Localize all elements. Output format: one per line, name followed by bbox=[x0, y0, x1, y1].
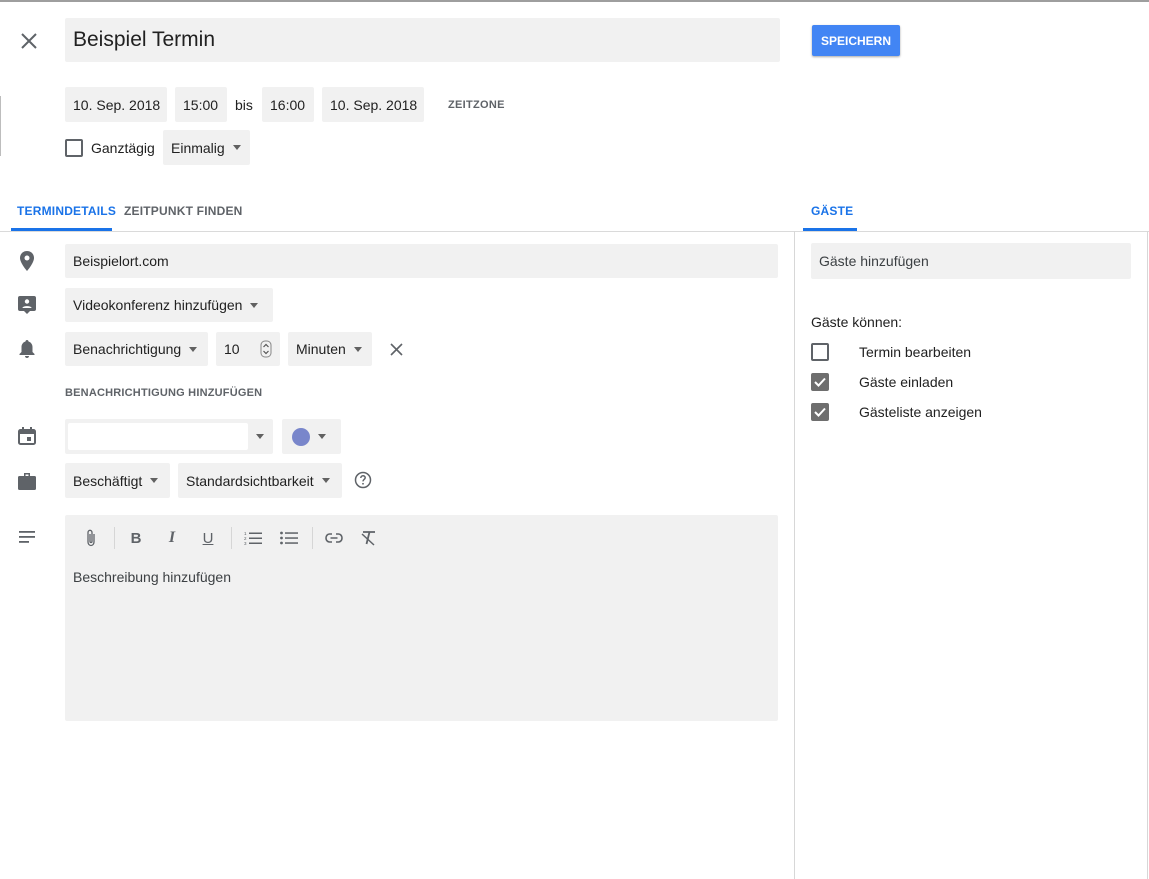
toolbar-separator bbox=[231, 527, 232, 549]
numbered-list-button[interactable]: 123 bbox=[241, 526, 265, 550]
link-icon bbox=[325, 533, 343, 543]
remove-notification-button[interactable] bbox=[386, 339, 406, 359]
end-date-field[interactable]: 10. Sep. 2018 bbox=[322, 87, 424, 122]
description-placeholder: Beschreibung hinzufügen bbox=[73, 569, 232, 585]
clear-formatting-icon bbox=[361, 531, 375, 546]
attachment-icon[interactable] bbox=[79, 526, 103, 550]
calendar-select-box bbox=[68, 423, 248, 450]
location-input[interactable]: Beispielort.com bbox=[65, 244, 778, 278]
all-day-checkbox[interactable] bbox=[65, 139, 83, 157]
chevron-down-icon bbox=[232, 145, 241, 150]
event-color-dropdown[interactable] bbox=[282, 419, 341, 454]
guest-permission-checkbox-see-list[interactable] bbox=[811, 403, 829, 421]
chevron-down-icon bbox=[318, 434, 326, 439]
conference-label: Videokonferenz hinzufügen bbox=[73, 297, 243, 313]
notification-unit-dropdown[interactable]: Minuten bbox=[288, 332, 372, 366]
add-guests-input[interactable]: Gäste hinzufügen bbox=[811, 243, 1131, 279]
chevron-down-icon bbox=[150, 478, 159, 483]
guest-permissions-heading: Gäste können: bbox=[811, 314, 903, 330]
availability-dropdown[interactable]: Beschäftigt bbox=[65, 463, 170, 498]
save-button-label: SPEICHERN bbox=[820, 33, 891, 48]
add-guests-placeholder: Gäste hinzufügen bbox=[819, 253, 929, 269]
guest-permission-label-invite: Gäste einladen bbox=[859, 374, 954, 390]
notification-amount-input[interactable]: 10 bbox=[216, 332, 280, 366]
guest-permission-label-edit: Termin bearbeiten bbox=[859, 344, 972, 360]
notification-amount-value: 10 bbox=[224, 341, 240, 357]
close-button[interactable] bbox=[17, 29, 41, 53]
chevron-down-icon bbox=[256, 434, 264, 439]
close-icon bbox=[21, 33, 37, 49]
save-button[interactable]: SPEICHERN bbox=[812, 25, 900, 56]
repeat-dropdown[interactable]: Einmalig bbox=[163, 130, 250, 165]
toolbar-separator bbox=[312, 527, 313, 549]
underline-button[interactable]: U bbox=[196, 526, 220, 550]
time-separator: bis bbox=[235, 97, 253, 113]
timezone-button[interactable]: ZEITZONE bbox=[448, 99, 505, 111]
bulleted-list-icon bbox=[280, 531, 298, 545]
notification-type-dropdown[interactable]: Benachrichtigung bbox=[65, 332, 208, 366]
availability-value: Beschäftigt bbox=[73, 472, 143, 489]
end-date-text: 10. Sep. 2018 bbox=[330, 96, 418, 113]
chevron-down-icon bbox=[189, 346, 198, 352]
checkmark-icon bbox=[814, 407, 826, 417]
bold-icon: B bbox=[130, 529, 142, 547]
stepper-icon[interactable] bbox=[260, 340, 272, 358]
calendar-icon bbox=[17, 426, 37, 446]
chevron-down-icon bbox=[353, 346, 362, 352]
notification-unit-value: Minuten bbox=[296, 341, 346, 357]
notification-type-value: Benachrichtigung bbox=[73, 341, 182, 357]
event-color-swatch bbox=[292, 427, 310, 446]
link-button[interactable] bbox=[322, 526, 346, 550]
panel-divider bbox=[794, 231, 795, 879]
end-time-field[interactable]: 16:00 bbox=[262, 87, 314, 122]
guest-permission-checkbox-edit[interactable] bbox=[811, 343, 829, 361]
conference-dropdown[interactable]: Videokonferenz hinzufügen bbox=[65, 288, 273, 322]
event-title-input[interactable]: Beispiel Termin bbox=[65, 18, 780, 62]
svg-text:3: 3 bbox=[244, 541, 247, 545]
clear-formatting-button[interactable] bbox=[357, 526, 381, 550]
italic-button[interactable]: I bbox=[160, 526, 184, 550]
start-date-field[interactable]: 10. Sep. 2018 bbox=[65, 87, 167, 122]
bell-icon bbox=[17, 338, 37, 360]
help-icon[interactable] bbox=[353, 470, 373, 490]
numbered-list-icon: 123 bbox=[244, 531, 262, 545]
start-time-field[interactable]: 15:00 bbox=[175, 87, 227, 122]
briefcase-icon bbox=[17, 471, 37, 491]
tab-find-time[interactable]: ZEITPUNKT FINDEN bbox=[124, 204, 243, 218]
end-time-text: 16:00 bbox=[270, 96, 306, 113]
repeat-value: Einmalig bbox=[171, 139, 225, 156]
guest-permission-checkbox-invite[interactable] bbox=[811, 373, 829, 391]
all-day-label: Ganztägig bbox=[91, 140, 155, 156]
guest-permission-label-see-list: Gästeliste anzeigen bbox=[859, 404, 982, 420]
tab-guests[interactable]: GÄSTE bbox=[811, 204, 853, 218]
description-icon bbox=[17, 527, 37, 547]
right-window-edge bbox=[1147, 231, 1148, 879]
italic-icon: I bbox=[168, 529, 176, 546]
visibility-dropdown[interactable]: Standardsichtbarkeit bbox=[178, 463, 342, 498]
underline-icon: U bbox=[202, 529, 214, 547]
location-icon bbox=[17, 250, 37, 272]
chevron-down-icon bbox=[321, 478, 330, 483]
toolbar-separator bbox=[114, 527, 115, 549]
chevron-down-icon bbox=[250, 302, 259, 308]
close-icon bbox=[389, 342, 403, 356]
tabs-divider-right bbox=[795, 231, 1149, 232]
window-top-border bbox=[0, 0, 1149, 2]
event-title-text: Beispiel Termin bbox=[73, 28, 216, 51]
start-time-text: 15:00 bbox=[183, 96, 219, 113]
tabs-divider-left bbox=[0, 231, 795, 232]
tab-event-details[interactable]: TERMINDETAILS bbox=[17, 204, 116, 218]
location-value: Beispielort.com bbox=[73, 253, 169, 269]
calendar-dropdown[interactable] bbox=[65, 419, 273, 454]
bulleted-list-button[interactable] bbox=[277, 526, 301, 550]
visibility-value: Standardsichtbarkeit bbox=[186, 472, 314, 489]
start-date-text: 10. Sep. 2018 bbox=[73, 96, 161, 113]
bold-button[interactable]: B bbox=[124, 526, 148, 550]
checkmark-icon bbox=[814, 377, 826, 387]
video-conference-icon bbox=[17, 295, 37, 315]
add-notification-button[interactable]: BENACHRICHTIGUNG HINZUFÜGEN bbox=[65, 387, 262, 399]
window-left-edge bbox=[0, 96, 1, 156]
